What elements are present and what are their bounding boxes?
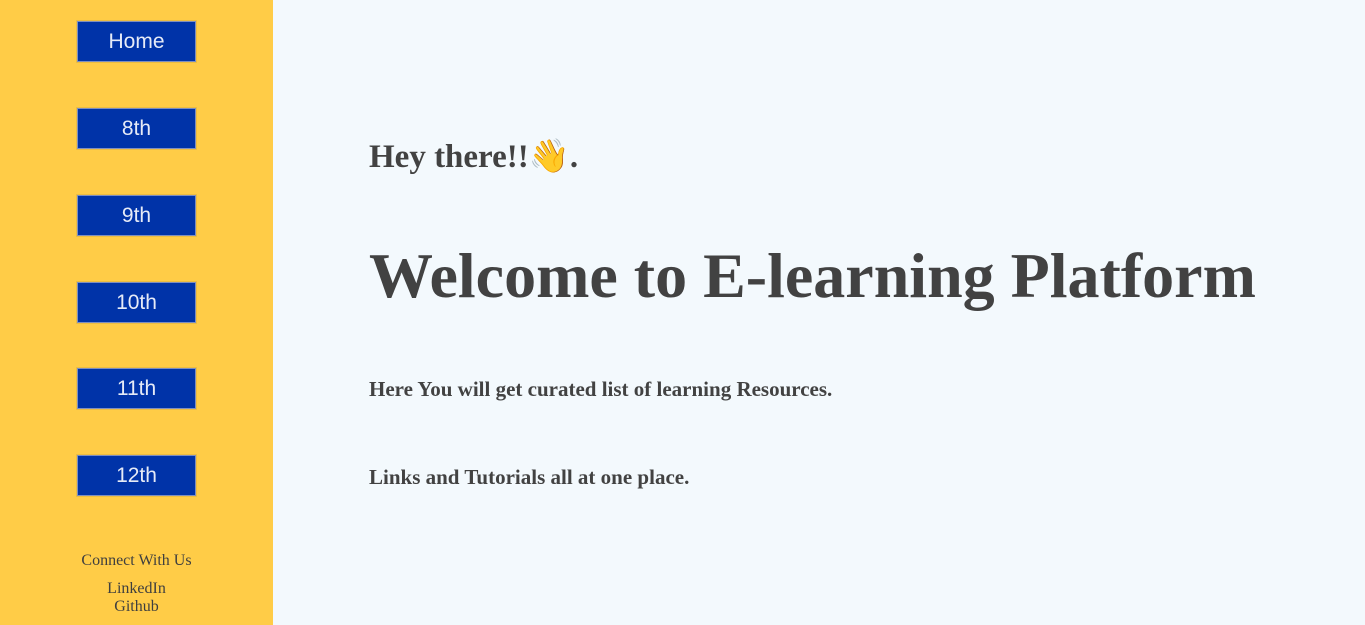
- github-link[interactable]: Github: [0, 598, 273, 616]
- tagline-resources: Here You will get curated list of learni…: [369, 377, 833, 401]
- nav-button-home[interactable]: Home: [77, 21, 196, 62]
- nav-button-8th[interactable]: 8th: [77, 108, 196, 149]
- social-links: LinkedIn Github: [0, 580, 273, 616]
- greeting-text: Hey there!!: [369, 139, 529, 175]
- nav-button-12th[interactable]: 12th: [77, 455, 196, 496]
- nav-button-9th[interactable]: 9th: [77, 195, 196, 236]
- nav-button-10th[interactable]: 10th: [77, 282, 196, 323]
- greeting-heading: Hey there!!👋.: [369, 136, 578, 177]
- connect-heading: Connect With Us: [81, 552, 192, 569]
- linkedin-link[interactable]: LinkedIn: [0, 580, 273, 598]
- waving-hand-icon: 👋: [528, 136, 570, 175]
- page-title: Welcome to E-learning Platform: [369, 240, 1256, 311]
- nav-button-11th[interactable]: 11th: [77, 368, 196, 409]
- sidebar: Home 8th 9th 10th 11th 12th Connect With…: [0, 0, 273, 625]
- tagline-tutorials: Links and Tutorials all at one place.: [369, 465, 690, 489]
- greeting-period: .: [569, 139, 579, 175]
